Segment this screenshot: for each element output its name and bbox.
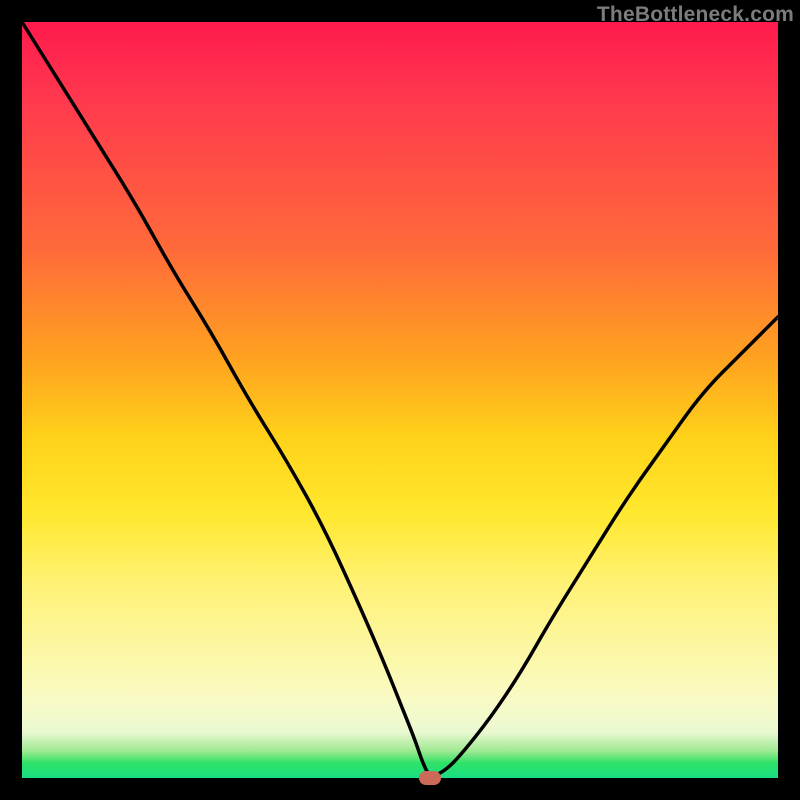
mismatch-curve-path — [22, 22, 778, 775]
optimum-marker — [419, 771, 441, 785]
mismatch-curve — [22, 22, 778, 778]
chart-stage: TheBottleneck.com — [0, 0, 800, 800]
watermark-text: TheBottleneck.com — [597, 3, 794, 27]
plot-area — [22, 22, 778, 778]
